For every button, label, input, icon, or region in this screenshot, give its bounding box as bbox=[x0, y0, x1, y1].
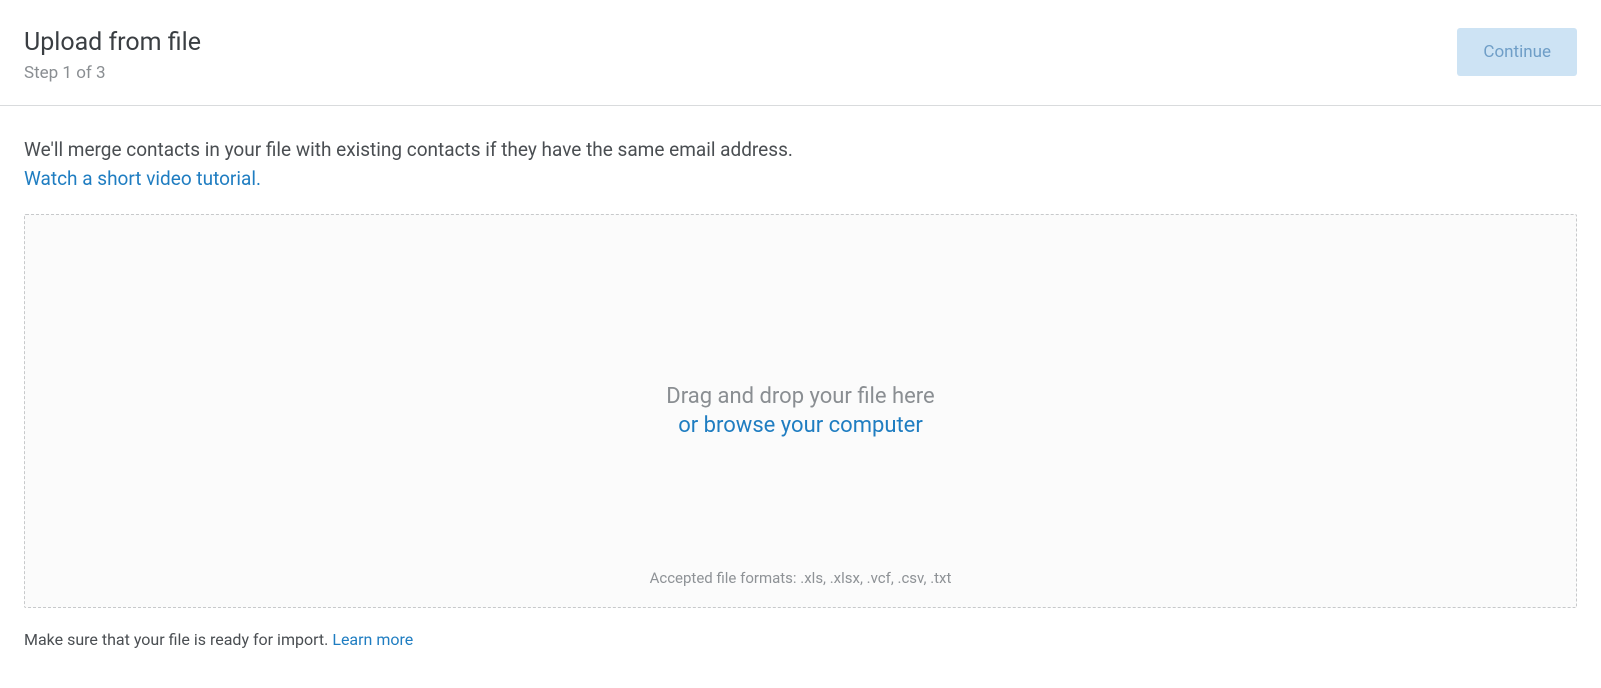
file-dropzone[interactable]: Drag and drop your file here or browse y… bbox=[24, 214, 1577, 608]
footer-note: Make sure that your file is ready for im… bbox=[24, 630, 1577, 649]
header-left: Upload from file Step 1 of 3 bbox=[24, 28, 201, 83]
dropzone-inner: Drag and drop your file here or browse y… bbox=[666, 215, 934, 607]
step-indicator: Step 1 of 3 bbox=[24, 63, 201, 83]
page-header: Upload from file Step 1 of 3 Continue bbox=[0, 0, 1601, 106]
continue-button[interactable]: Continue bbox=[1457, 28, 1577, 76]
drag-drop-text: Drag and drop your file here bbox=[666, 384, 934, 409]
page-title: Upload from file bbox=[24, 28, 201, 57]
learn-more-link[interactable]: Learn more bbox=[332, 630, 413, 649]
accepted-formats-text: Accepted file formats: .xls, .xlsx, .vcf… bbox=[650, 569, 952, 587]
intro-text: We'll merge contacts in your file with e… bbox=[24, 136, 1577, 165]
browse-computer-link[interactable]: or browse your computer bbox=[678, 413, 923, 438]
video-tutorial-link[interactable]: Watch a short video tutorial. bbox=[24, 167, 261, 190]
footer-note-text: Make sure that your file is ready for im… bbox=[24, 630, 332, 649]
content-area: We'll merge contacts in your file with e… bbox=[0, 106, 1601, 669]
